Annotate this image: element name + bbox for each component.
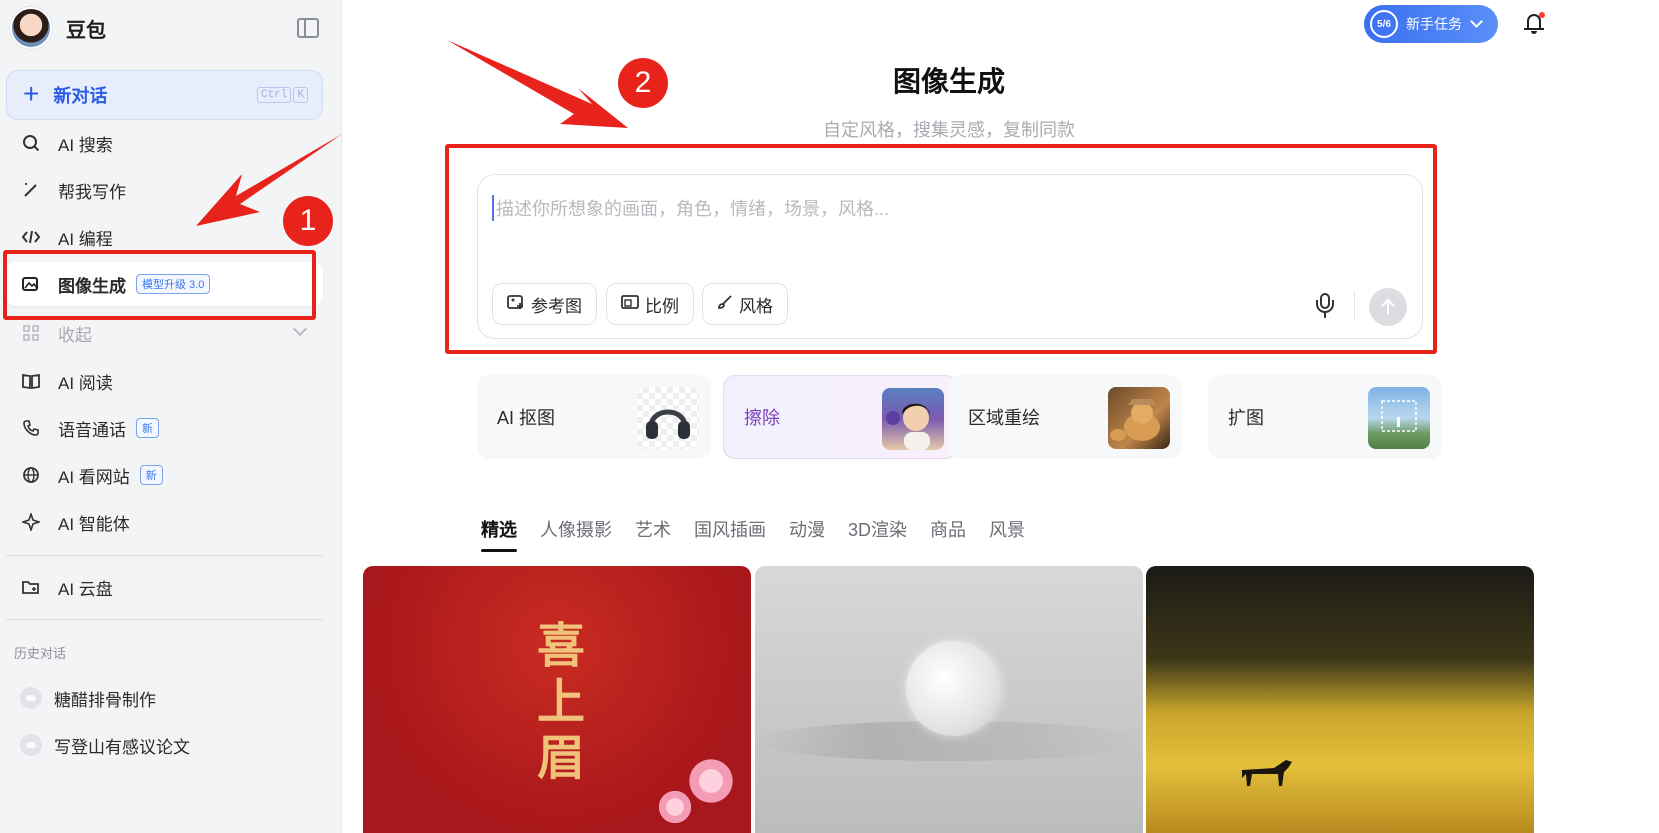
task-progress: 5/6 [1370, 10, 1398, 38]
chevron-down-icon [292, 321, 308, 337]
sidebar-item-label: AI 搜索 [58, 135, 113, 155]
highlight-box-composer [445, 144, 1437, 354]
new-chat-button[interactable]: + 新对话 Ctrl K [6, 70, 323, 120]
sidebar-item-label: AI 阅读 [58, 373, 113, 393]
quick-tool-label: AI 抠图 [497, 408, 556, 428]
sidebar-divider [6, 555, 323, 556]
brand-name: 豆包 [66, 19, 106, 42]
girl-photo-thumbnail [882, 388, 944, 450]
history-item-label: 写登山有感议论文 [54, 737, 190, 757]
gallery-image[interactable]: 喜上眉 [363, 566, 751, 833]
shortcut-key: Ctrl [256, 87, 292, 103]
history-item[interactable]: 写登山有感议论文 [20, 727, 190, 763]
headphones-thumbnail [637, 387, 699, 449]
tab-art[interactable]: 艺术 [635, 516, 671, 552]
dog-photo-thumbnail [1108, 387, 1170, 449]
search-sparkle-icon [18, 133, 44, 153]
quick-tool-label: 扩图 [1228, 408, 1264, 428]
blossom-decoration [653, 788, 697, 826]
sidebar-item-writing[interactable]: 帮我写作 [6, 168, 323, 212]
apps-grid-icon [18, 323, 44, 343]
sidebar-item-label: 帮我写作 [58, 182, 126, 202]
category-tabs: 精选 人像摄影 艺术 国风插画 动漫 3D渲染 商品 风景 [481, 516, 1025, 552]
sidebar-item-reading[interactable]: AI 阅读 [6, 359, 323, 403]
page-subtitle: 自定风格，搜集灵感，复制同款 [823, 120, 1075, 140]
new-chat-label: 新对话 [53, 86, 108, 106]
avatar [10, 7, 52, 49]
ai-cutout-card[interactable]: AI 抠图 [477, 375, 711, 459]
tab-featured[interactable]: 精选 [481, 516, 517, 552]
history-section-title: 历史对话 [14, 646, 67, 661]
sidebar-item-label: AI 编程 [58, 229, 113, 249]
quick-tool-label: 擦除 [744, 408, 780, 428]
pen-sparkle-icon [18, 180, 44, 200]
sidebar-divider [6, 619, 323, 620]
gallery-image[interactable] [1146, 566, 1534, 833]
sidebar-item-label: AI 看网站 [58, 467, 130, 487]
chat-bubble-icon [20, 687, 42, 709]
globe-icon [18, 465, 44, 485]
landscape-thumbnail [1368, 387, 1430, 449]
tab-anime[interactable]: 动漫 [789, 516, 825, 552]
shortcut-hint: Ctrl K [256, 87, 308, 103]
folder-cloud-icon [18, 577, 44, 597]
code-icon [18, 227, 44, 247]
tab-product[interactable]: 商品 [930, 516, 966, 552]
sparkle-icon [18, 512, 44, 532]
shortcut-key: K [293, 87, 308, 103]
step-marker: 1 [283, 196, 333, 246]
sidebar-item-label: AI 云盘 [58, 579, 113, 599]
sidebar-item-voice-call[interactable]: 语音通话 新 [6, 406, 323, 450]
new-user-tasks-button[interactable]: 5/6 新手任务 [1364, 5, 1498, 43]
sidebar-item-agents[interactable]: AI 智能体 [6, 500, 323, 544]
step-marker: 2 [618, 58, 668, 108]
history-item[interactable]: 糖醋排骨制作 [20, 680, 156, 716]
tab-portrait[interactable]: 人像摄影 [540, 516, 612, 552]
book-icon [18, 371, 44, 391]
chat-bubble-icon [20, 734, 42, 756]
new-badge: 新 [139, 465, 163, 485]
sidebar-item-cloud-drive[interactable]: AI 云盘 [6, 565, 323, 609]
sidebar-item-web-reading[interactable]: AI 看网站 新 [6, 453, 323, 497]
region-repaint-card[interactable]: 区域重绘 [948, 375, 1182, 459]
sidebar-item-label: 语音通话 [58, 420, 126, 440]
history-item-label: 糖醋排骨制作 [54, 690, 156, 710]
new-badge: 新 [136, 418, 159, 438]
chevron-down-icon [1470, 15, 1483, 28]
quick-tool-label: 区域重绘 [968, 408, 1040, 428]
gallery-image[interactable] [755, 566, 1143, 833]
sidebar-toggle-icon[interactable] [297, 18, 319, 38]
gallery-image-text: 喜上眉 [536, 618, 585, 786]
tab-chinese-illustration[interactable]: 国风插画 [694, 516, 766, 552]
tab-landscape[interactable]: 风景 [989, 516, 1025, 552]
phone-icon [18, 418, 44, 438]
sidebar-item-label: 收起 [58, 325, 92, 345]
notification-bell-icon[interactable] [1524, 12, 1545, 34]
brand[interactable]: 豆包 [10, 6, 106, 50]
sidebar-item-ai-search[interactable]: AI 搜索 [6, 121, 323, 165]
sidebar-item-label: AI 智能体 [58, 514, 130, 534]
page-title: 图像生成 [892, 66, 1006, 97]
expand-image-card[interactable]: 扩图 [1208, 375, 1442, 459]
horse-silhouette [1242, 760, 1292, 786]
erase-card[interactable]: 擦除 [723, 375, 957, 459]
tab-3d-render[interactable]: 3D渲染 [848, 516, 907, 552]
highlight-box-sidebar [3, 250, 316, 320]
sidebar: 豆包 + 新对话 Ctrl K AI 搜索 帮我写作 AI 编程 图像生成 模型… [0, 0, 342, 833]
plus-icon: + [23, 77, 40, 109]
moon-decoration [906, 641, 1001, 736]
task-label: 新手任务 [1406, 16, 1462, 32]
